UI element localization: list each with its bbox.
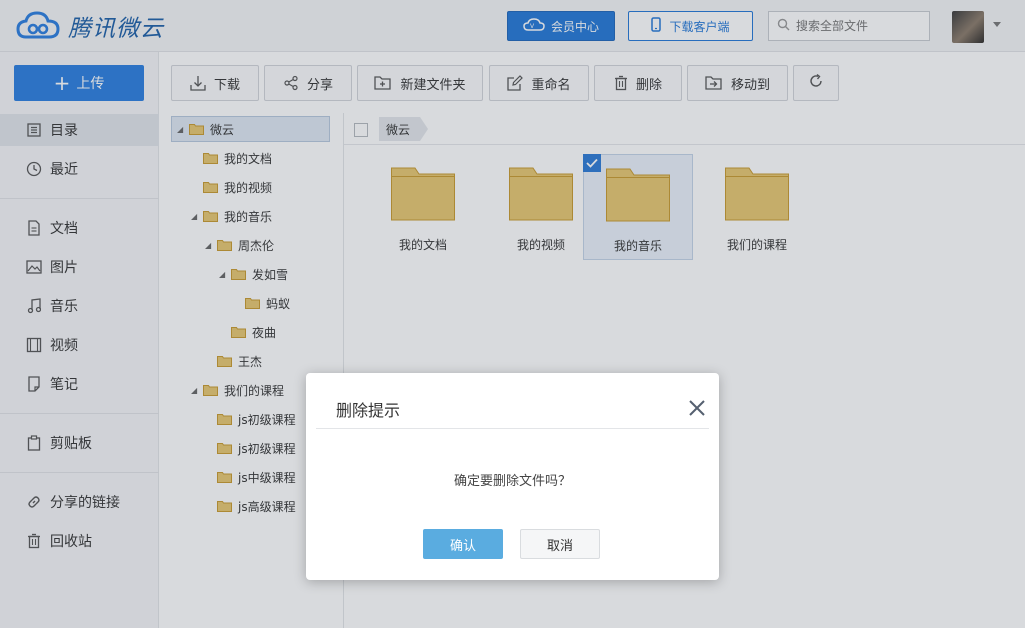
dialog-message: 确定要删除文件吗？ — [453, 474, 571, 489]
divider — [316, 428, 709, 429]
cancel-button[interactable]: 取消 — [520, 529, 600, 559]
delete-confirm-dialog: 删除提示 确定要删除文件吗？ 确认 取消 — [306, 373, 719, 580]
confirm-button[interactable]: 确认 — [423, 529, 503, 559]
dialog-title: 删除提示 — [336, 401, 401, 420]
close-icon[interactable] — [687, 398, 707, 418]
